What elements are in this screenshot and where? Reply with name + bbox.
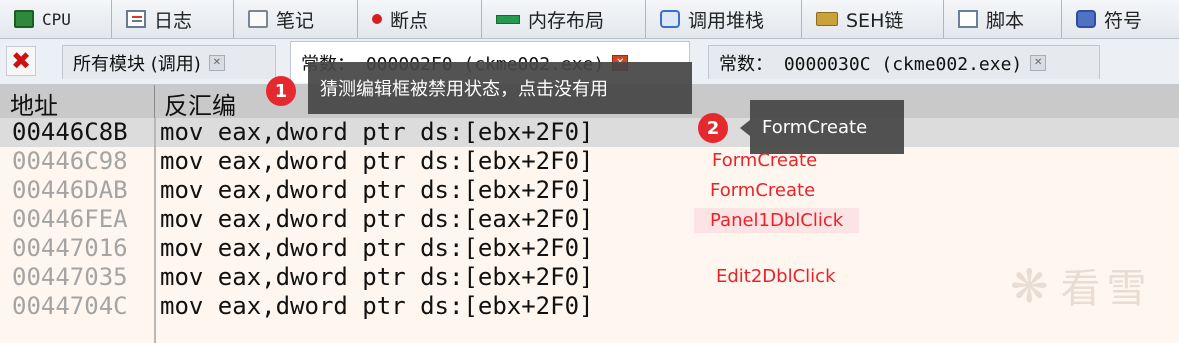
- tab-symbols[interactable]: 符号: [1062, 0, 1179, 38]
- script-icon: [958, 10, 978, 28]
- watermark-text: 看雪: [1060, 266, 1153, 312]
- tab-notes-label: 笔记: [276, 9, 315, 32]
- breakpoint-icon: [372, 14, 382, 24]
- tab-log[interactable]: 日志: [112, 0, 234, 38]
- tab-script[interactable]: 脚本: [944, 0, 1062, 38]
- tab-all-modules-calls[interactable]: 所有模块 (调用) ✕: [62, 45, 276, 79]
- callout-2-text: FormCreate: [762, 116, 868, 138]
- snowflake-icon: ❋: [1010, 259, 1055, 313]
- tab-symbols-label: 符号: [1104, 9, 1143, 32]
- tab-log-label: 日志: [154, 9, 193, 32]
- tab-all-modules-label: 所有模块 (调用): [73, 53, 201, 75]
- row-instruction: mov eax,dword ptr ds:[ebx+2F0]: [160, 118, 594, 146]
- annotation-formcreate: FormCreate: [712, 150, 818, 171]
- table-row[interactable]: 00447035 mov eax,dword ptr ds:[ebx+2F0]: [0, 263, 1179, 292]
- watermark-logo: ❋ 看雪: [1010, 256, 1153, 314]
- column-divider-line: [154, 118, 156, 343]
- tab-constant-30c[interactable]: 常数： 0000030C (ckme002.exe) ✕: [708, 45, 1100, 79]
- callout-badge-1: 1: [266, 76, 296, 106]
- table-row[interactable]: 0044704C mov eax,dword ptr ds:[ebx+2F0]: [0, 292, 1179, 321]
- row-address: 00447016: [12, 234, 128, 262]
- tab-breakpoints[interactable]: 断点: [358, 0, 482, 38]
- column-address[interactable]: 地址: [10, 86, 58, 121]
- table-row[interactable]: 00446C8B mov eax,dword ptr ds:[ebx+2F0]: [0, 118, 1179, 147]
- row-address: 00446FEA: [12, 205, 128, 233]
- toolbar: CPU 日志 笔记 断点 内存布局 调用堆栈 SEH链 脚本 符号: [0, 0, 1179, 39]
- tab-notes[interactable]: 笔记: [234, 0, 358, 38]
- row-address: 00447035: [12, 263, 128, 291]
- annotation-panel1dblclick: Panel1DblClick: [694, 208, 860, 233]
- column-disassembly[interactable]: 反汇编: [164, 86, 236, 121]
- callout-tooltip-2: FormCreate: [750, 100, 904, 154]
- tab-seh-chain-label: SEH链: [846, 9, 904, 32]
- close-icon[interactable]: ✕: [208, 54, 225, 71]
- row-instruction: mov eax,dword ptr ds:[ebx+2F0]: [160, 292, 594, 320]
- callout-badge-2: 2: [698, 113, 728, 143]
- close-icon[interactable]: ✕: [1030, 54, 1047, 71]
- tab-cpu-label: CPU: [42, 9, 71, 29]
- row-address: 00446DAB: [12, 176, 128, 204]
- cpu-icon: [14, 10, 34, 28]
- callout-tooltip-1: 猜测编辑框被禁用状态，点击没有用: [308, 62, 692, 114]
- symbols-icon: [1076, 10, 1096, 28]
- tab-cpu[interactable]: CPU: [0, 0, 112, 38]
- tab-seh-chain[interactable]: SEH链: [802, 0, 944, 38]
- row-instruction: mov eax,dword ptr ds:[ebx+2F0]: [160, 234, 594, 262]
- row-instruction: mov eax,dword ptr ds:[ebx+2F0]: [160, 263, 594, 291]
- notes-icon: [248, 10, 268, 28]
- table-row[interactable]: 00447016 mov eax,dword ptr ds:[ebx+2F0]: [0, 234, 1179, 263]
- column-divider[interactable]: [154, 85, 155, 118]
- row-address: 00446C98: [12, 147, 128, 175]
- annotation-edit2dblclick: Edit2DblClick: [716, 266, 836, 287]
- tab-constant-30c-label: 常数： 0000030C (ckme002.exe): [719, 53, 1023, 75]
- tab-script-label: 脚本: [986, 9, 1025, 32]
- table-row[interactable]: 00446DAB mov eax,dword ptr ds:[ebx+2F0]: [0, 176, 1179, 205]
- row-address: 00446C8B: [12, 118, 128, 146]
- row-instruction: mov eax,dword ptr ds:[ebx+2F0]: [160, 176, 594, 204]
- call-stack-icon: [660, 10, 680, 28]
- row-address: 0044704C: [12, 292, 128, 320]
- row-instruction: mov eax,dword ptr ds:[ebx+2F0]: [160, 147, 594, 175]
- tab-memory-map[interactable]: 内存布局: [482, 0, 646, 38]
- table-row[interactable]: 00446C98 mov eax,dword ptr ds:[ebx+2F0]: [0, 147, 1179, 176]
- annotation-formcreate: FormCreate: [710, 180, 816, 201]
- row-instruction: mov eax,dword ptr ds:[eax+2F0]: [160, 205, 594, 233]
- disassembly-list: 00446C8B mov eax,dword ptr ds:[ebx+2F0] …: [0, 118, 1179, 343]
- memory-map-icon: [496, 14, 520, 24]
- seh-icon: [816, 12, 838, 26]
- callout-1-text: 猜测编辑框被禁用状态，点击没有用: [320, 79, 608, 100]
- tab-breakpoints-label: 断点: [390, 9, 429, 32]
- tab-memory-map-label: 内存布局: [528, 9, 605, 32]
- log-icon: [126, 10, 146, 28]
- tab-call-stack[interactable]: 调用堆栈: [646, 0, 802, 38]
- callout-2-arrow: [740, 120, 750, 136]
- close-all-button[interactable]: ✖: [6, 46, 36, 76]
- table-row[interactable]: 00446FEA mov eax,dword ptr ds:[eax+2F0]: [0, 205, 1179, 234]
- tab-call-stack-label: 调用堆栈: [688, 9, 765, 32]
